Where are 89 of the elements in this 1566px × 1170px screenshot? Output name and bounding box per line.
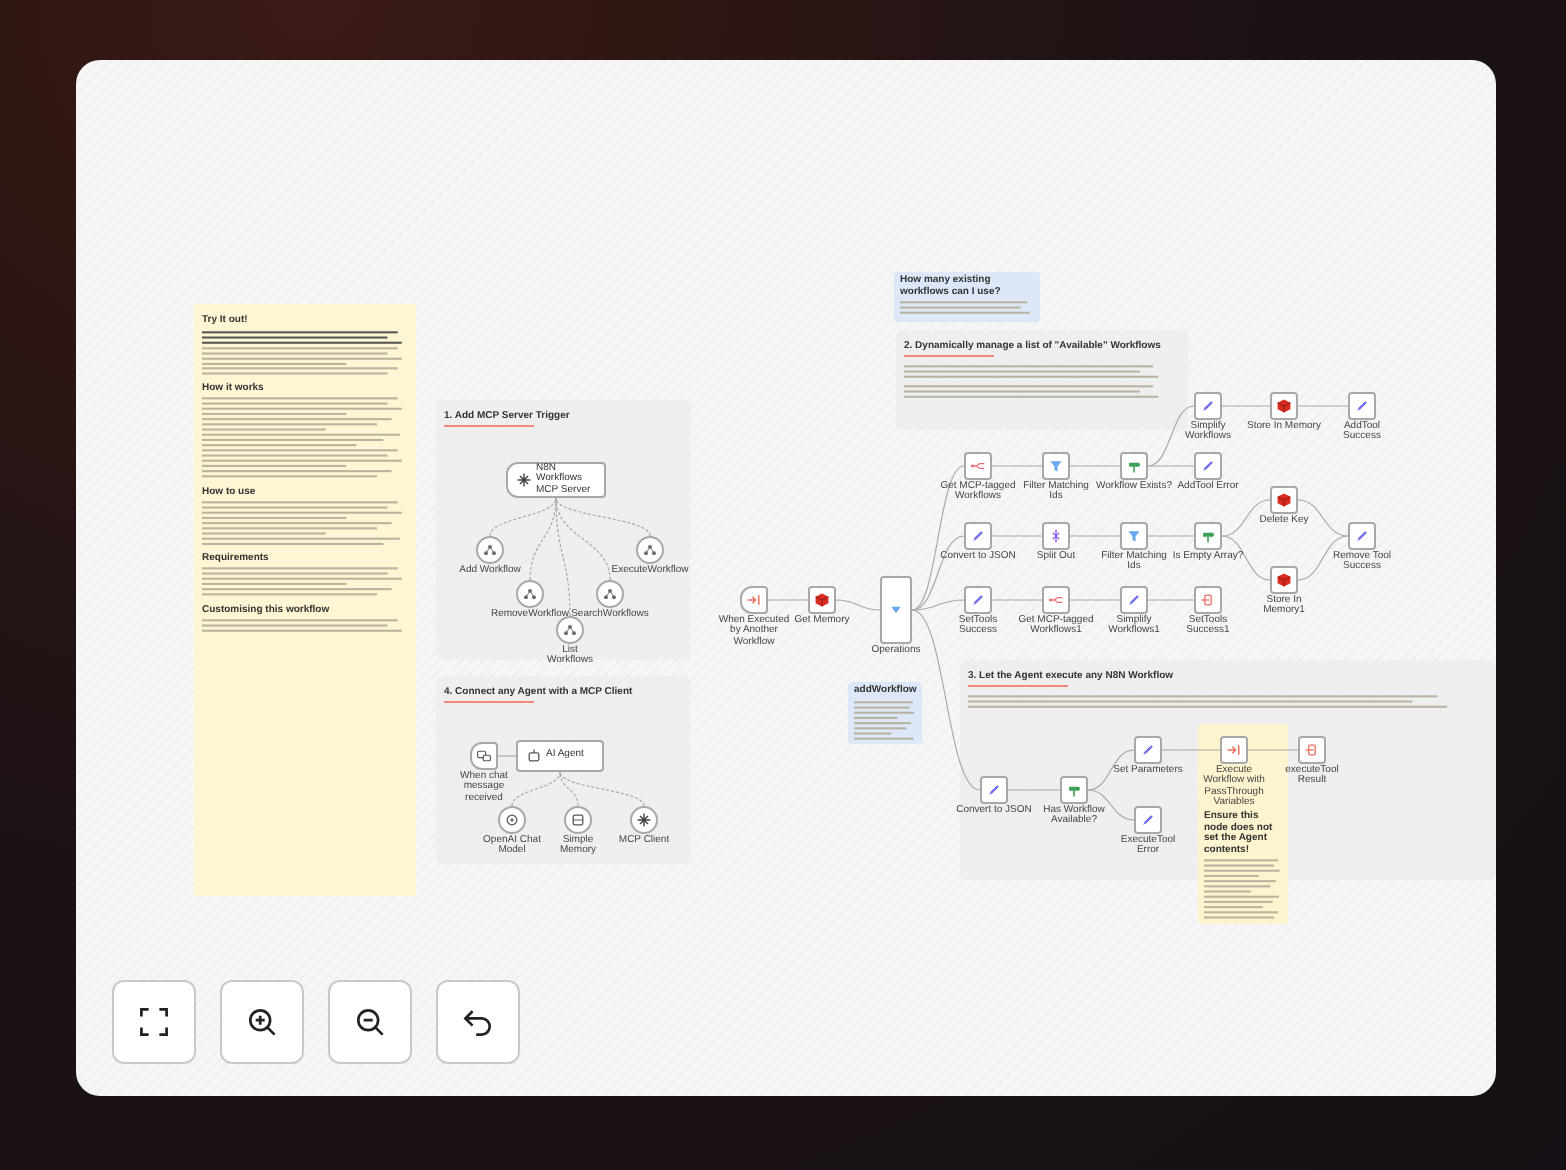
- workflow-node[interactable]: [1120, 452, 1148, 480]
- cube-icon: [1276, 398, 1292, 414]
- link-lines-drawing: [904, 354, 994, 358]
- tree-icon: [562, 622, 578, 638]
- workflow-node[interactable]: [1270, 486, 1298, 514]
- zoom-out-icon: [352, 1004, 388, 1040]
- tree-icon: [522, 586, 538, 602]
- pencil-icon: [1140, 812, 1156, 828]
- zoom-out-button[interactable]: [328, 980, 412, 1064]
- workflow-node[interactable]: [740, 586, 768, 614]
- cube-icon: [814, 592, 830, 608]
- plug-icon: [636, 812, 652, 828]
- split-icon: [1048, 528, 1064, 544]
- workflow-node[interactable]: [498, 806, 526, 834]
- nodes-icon: [1048, 592, 1064, 608]
- workflow-node[interactable]: [516, 580, 544, 608]
- link-lines-drawing: [444, 424, 534, 428]
- exit-icon: [1304, 742, 1320, 758]
- workflow-node[interactable]: [1194, 452, 1222, 480]
- workflow-node[interactable]: [964, 586, 992, 614]
- spiral-icon: [504, 812, 520, 828]
- cube-icon: [1276, 572, 1292, 588]
- undo-button[interactable]: [436, 980, 520, 1064]
- workflow-node[interactable]: [1060, 776, 1088, 804]
- workflow-node[interactable]: [630, 806, 658, 834]
- nodes-icon: [970, 458, 986, 474]
- link-lines-drawing: [444, 700, 534, 704]
- undo-icon: [460, 1004, 496, 1040]
- workflow-node[interactable]: [1194, 586, 1222, 614]
- exit-icon: [1200, 592, 1216, 608]
- workflow-node[interactable]: [808, 586, 836, 614]
- pencil-icon: [1200, 458, 1216, 474]
- arrow-icon: [746, 592, 762, 608]
- tree-icon: [642, 542, 658, 558]
- workflow-node[interactable]: [556, 616, 584, 644]
- tree-icon: [482, 542, 498, 558]
- arrow-icon: [1226, 742, 1242, 758]
- zoom-in-button[interactable]: [220, 980, 304, 1064]
- fit-button[interactable]: [112, 980, 196, 1064]
- signpost-icon: [1126, 458, 1142, 474]
- pencil-icon: [1354, 528, 1370, 544]
- signpost-icon: [1066, 782, 1082, 798]
- pencil-icon: [970, 528, 986, 544]
- text-lines-drawing: [854, 699, 916, 741]
- tree-icon: [602, 586, 618, 602]
- workflow-node[interactable]: [880, 576, 912, 644]
- database-icon: [570, 812, 586, 828]
- workflow-node[interactable]: [1194, 522, 1222, 550]
- workflow-node[interactable]: [1220, 736, 1248, 764]
- link-lines-drawing: [968, 684, 1068, 688]
- pencil-icon: [1200, 398, 1216, 414]
- robot-icon: [526, 748, 542, 764]
- signpost-icon: [1200, 528, 1216, 544]
- workflow-node[interactable]: [1348, 522, 1376, 550]
- zoom-in-icon: [244, 1004, 280, 1040]
- plug-icon: [516, 472, 532, 488]
- funnel-icon: [1126, 528, 1142, 544]
- workflow-node[interactable]: [1120, 522, 1148, 550]
- pencil-icon: [1140, 742, 1156, 758]
- pencil-icon: [1354, 398, 1370, 414]
- pencil-icon: [1126, 592, 1142, 608]
- workflow-node[interactable]: [1298, 736, 1326, 764]
- workflow-node[interactable]: [564, 806, 592, 834]
- workflow-node[interactable]: [980, 776, 1008, 804]
- pencil-icon: [970, 592, 986, 608]
- workflow-node[interactable]: [596, 580, 624, 608]
- text-lines-drawing: [1204, 858, 1282, 921]
- switch-icon: [888, 602, 904, 618]
- chat-icon: [476, 748, 492, 764]
- workflow-node[interactable]: [964, 522, 992, 550]
- workflow-node[interactable]: [1134, 806, 1162, 834]
- workflow-node[interactable]: [1270, 566, 1298, 594]
- workflow-node[interactable]: [470, 742, 498, 770]
- workflow-node[interactable]: [1042, 586, 1070, 614]
- workflow-node[interactable]: [1134, 736, 1162, 764]
- workflow-node[interactable]: [1120, 586, 1148, 614]
- workflow-node[interactable]: [1348, 392, 1376, 420]
- workflow-node[interactable]: [1270, 392, 1298, 420]
- cube-icon: [1276, 492, 1292, 508]
- text-lines-drawing: [900, 300, 1034, 316]
- workflow-node[interactable]: [476, 536, 504, 564]
- workflow-node[interactable]: [964, 452, 992, 480]
- workflow-node[interactable]: [1042, 452, 1070, 480]
- pencil-icon: [986, 782, 1002, 798]
- fit-view-icon: [136, 1004, 172, 1040]
- workflow-node[interactable]: [1042, 522, 1070, 550]
- workflow-node[interactable]: [1194, 392, 1222, 420]
- workflow-node[interactable]: [636, 536, 664, 564]
- funnel-icon: [1048, 458, 1064, 474]
